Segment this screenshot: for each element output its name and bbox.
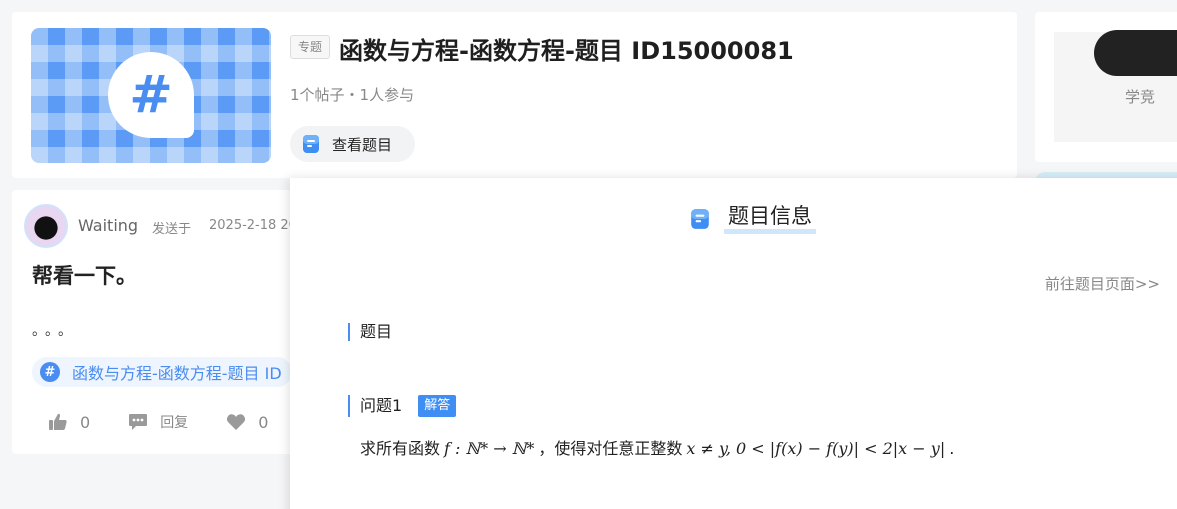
like-button[interactable]: 0 bbox=[48, 413, 90, 432]
post-topic-link[interactable]: # 函数与方程-函数方程-题目 ID bbox=[32, 357, 292, 387]
favorite-button[interactable]: 0 bbox=[226, 413, 268, 432]
author-name[interactable]: Waiting bbox=[78, 216, 138, 235]
question-prefix: 求所有函数 bbox=[360, 439, 441, 458]
question-text: 求所有函数 f : ℕ* → ℕ* ，使得对任意正整数 x ≠ y, 0 < |f(x… bbox=[360, 435, 954, 459]
side-card: 学竞 bbox=[1035, 12, 1177, 162]
question-math-2: x ≠ y, 0 < |f(x) − f(y)| < 2|x − y| bbox=[686, 439, 946, 458]
topic-cover-image: # bbox=[31, 28, 271, 163]
post-actions: 0 回复 0 bbox=[48, 412, 306, 432]
post-date: 2025-2-18 20 bbox=[209, 218, 297, 233]
hash-icon: # bbox=[40, 362, 60, 382]
post-topic-label: 函数与方程-函数方程-题目 ID bbox=[72, 364, 282, 383]
answer-badge[interactable]: 解答 bbox=[418, 395, 457, 417]
question-math-1: f : ℕ* → ℕ* bbox=[444, 439, 535, 458]
like-count: 0 bbox=[80, 412, 91, 432]
view-problem-button[interactable]: 查看题目 bbox=[290, 126, 415, 162]
topic-type-tag: 专题 bbox=[290, 35, 331, 59]
topic-header-card: # 专题 函数与方程-函数方程-题目 ID15000081 1个帖子・1人参与 … bbox=[12, 12, 1017, 178]
goto-problem-link[interactable]: 前往题目页面>> bbox=[1045, 273, 1160, 294]
panel-header: 题目信息 bbox=[690, 203, 816, 234]
hash-icon: # bbox=[129, 65, 173, 125]
favorite-count: 0 bbox=[258, 412, 269, 432]
problem-1-heading: 问题1 解答 bbox=[348, 395, 457, 417]
hash-bubble-icon: # bbox=[108, 52, 194, 138]
side-action-button[interactable] bbox=[1094, 30, 1177, 76]
topic-stats: 1个帖子・1人参与 bbox=[290, 86, 415, 104]
document-icon bbox=[691, 208, 709, 229]
thumbs-up-icon bbox=[49, 413, 67, 430]
post-card: Waiting 发送于 2025-2-18 20 帮看一下。 。。。 # 函数与… bbox=[12, 190, 312, 454]
question-mid: ，使得对任意正整数 bbox=[538, 439, 683, 458]
post-title[interactable]: 帮看一下。 bbox=[32, 260, 137, 290]
heart-icon bbox=[227, 414, 246, 430]
panel-title: 题目信息 bbox=[724, 203, 816, 234]
section-heading-question: 题目 bbox=[348, 323, 392, 341]
view-problem-label: 查看题目 bbox=[332, 135, 393, 154]
side-card-text: 学竞 bbox=[1125, 88, 1156, 106]
question-end: . bbox=[949, 439, 955, 458]
problem-info-panel: 题目信息 前往题目页面>> 题目 问题1 解答 求所有函数 f : ℕ* → ℕ*… bbox=[290, 178, 1177, 509]
page-title: 函数与方程-函数方程-题目 ID15000081 bbox=[339, 37, 794, 65]
problem-label: 问题1 bbox=[360, 396, 403, 415]
avatar[interactable] bbox=[24, 204, 68, 248]
sent-label: 发送于 bbox=[152, 222, 192, 237]
document-icon bbox=[303, 135, 319, 153]
comment-icon bbox=[129, 414, 148, 430]
post-body: 。。。 bbox=[32, 323, 78, 339]
reply-button[interactable]: 回复 bbox=[128, 412, 188, 432]
reply-label: 回复 bbox=[160, 415, 189, 431]
